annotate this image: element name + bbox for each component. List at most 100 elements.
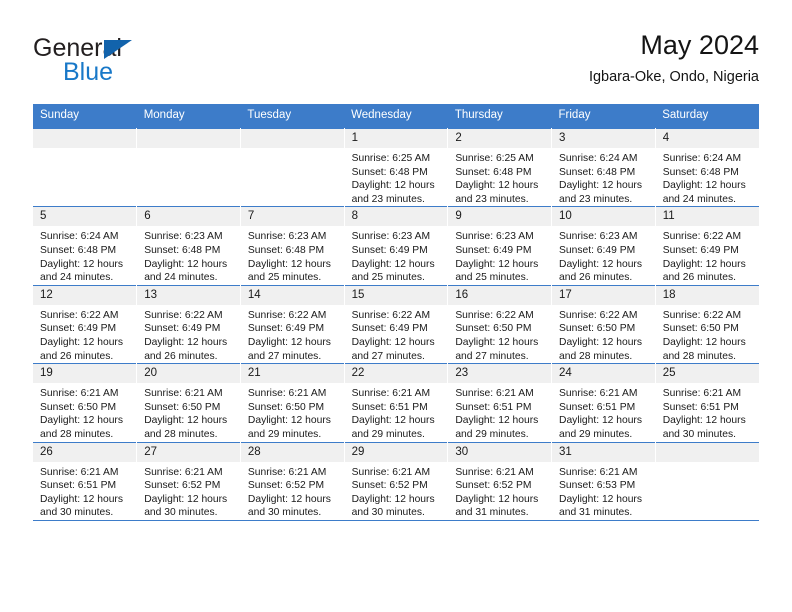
daylight-text-line1: Daylight: 12 hours [351,493,435,505]
calendar-day-cell[interactable]: 8 Sunrise: 6:23 AM Sunset: 6:49 PM Daylight… [344,206,449,286]
calendar-day-cell[interactable]: 10 Sunrise: 6:23 AM Sunset: 6:49 PM Dayligh… [551,206,656,286]
calendar-day-cell[interactable]: 5 Sunrise: 6:24 AM Sunset: 6:48 PM Daylight… [33,206,138,286]
sunrise-text: Sunrise: 6:25 AM [351,153,431,164]
sunset-text: Sunset: 6:51 PM [40,480,117,492]
weekday-header-thursday: Thursday [447,104,552,129]
sunrise-text: Sunrise: 6:21 AM [247,466,327,478]
day-number: 3 [552,129,655,148]
calendar-day-cell[interactable]: 4 Sunrise: 6:24 AM Sunset: 6:48 PM Daylight… [655,127,759,207]
calendar-day-cell[interactable]: 21 Sunrise: 6:21 AM Sunset: 6:50 PM Dayligh… [240,363,345,442]
daylight-text-line2: and 26 minutes. [559,272,633,284]
day-number: 24 [552,364,655,384]
day-number: 6 [137,207,240,227]
day-details: Sunrise: 6:21 AM Sunset: 6:52 PM Daylight:… [241,462,344,520]
calendar-day-cell[interactable]: 11 Sunrise: 6:22 AM Sunset: 6:49 PM Dayligh… [655,206,759,286]
day-number [655,442,759,462]
day-details: Sunrise: 6:22 AM Sunset: 6:49 PM Daylight:… [241,305,344,363]
calendar-day-cell[interactable]: 7 Sunrise: 6:23 AM Sunset: 6:48 PM Daylight… [240,206,345,286]
day-number: 18 [655,285,759,305]
daylight-text-line1: Daylight: 12 hours [40,336,123,348]
calendar-day-cell[interactable]: 15 Sunrise: 6:22 AM Sunset: 6:49 PM Dayligh… [344,284,449,364]
sunset-text: Sunset: 6:51 PM [559,401,636,413]
sunset-text: Sunset: 6:50 PM [247,401,325,413]
daylight-text-line2: and 28 minutes. [559,350,633,362]
sunset-text: Sunset: 6:49 PM [455,244,532,256]
logo-triangle-icon [104,40,132,59]
logo-text-blue: Blue [63,58,114,86]
sunset-text: Sunset: 6:50 PM [144,401,221,413]
calendar-page: General Blue May 2024 Igbara-Oke, Ondo, … [0,0,792,612]
daylight-text-line1: Daylight: 12 hours [144,415,228,427]
daylight-text-line1: Daylight: 12 hours [559,415,643,427]
day-number [240,129,344,148]
calendar-day-cell[interactable]: 27 Sunrise: 6:21 AM Sunset: 6:52 PM Dayligh… [136,441,241,521]
calendar-day-cell[interactable]: 20 Sunrise: 6:21 AM Sunset: 6:50 PM Dayligh… [136,363,241,442]
calendar-day-cell[interactable]: 1 Sunrise: 6:25 AM Sunset: 6:48 PM Daylight… [344,127,449,207]
sunrise-text: Sunrise: 6:22 AM [351,309,431,321]
daylight-text-line2: and 25 minutes. [455,272,529,284]
calendar-day-cell[interactable]: 28 Sunrise: 6:21 AM Sunset: 6:52 PM Dayligh… [240,441,345,521]
calendar-day-cell[interactable]: 26 Sunrise: 6:21 AM Sunset: 6:51 PM Dayligh… [33,441,138,521]
day-details: Sunrise: 6:21 AM Sunset: 6:51 PM Daylight:… [33,462,136,520]
day-details: Sunrise: 6:22 AM Sunset: 6:49 PM Daylight:… [137,305,240,363]
sunrise-text: Sunrise: 6:22 AM [455,309,534,321]
daylight-text-line1: Daylight: 12 hours [455,258,539,270]
sunset-text: Sunset: 6:48 PM [455,166,532,178]
day-details: Sunrise: 6:21 AM Sunset: 6:50 PM Daylight:… [241,383,344,441]
calendar-day-cell[interactable]: 13 Sunrise: 6:22 AM Sunset: 6:49 PM Dayligh… [136,284,241,364]
calendar-day-cell[interactable]: 6 Sunrise: 6:23 AM Sunset: 6:48 PM Daylight… [136,206,241,286]
daylight-text-line1: Daylight: 12 hours [144,336,228,348]
daylight-text-line1: Daylight: 12 hours [351,180,435,192]
day-details: Sunrise: 6:23 AM Sunset: 6:49 PM Daylight:… [345,226,448,284]
day-number: 7 [240,207,344,227]
sunrise-text: Sunrise: 6:21 AM [559,466,638,478]
sunset-text: Sunset: 6:51 PM [662,401,739,413]
calendar-day-cell[interactable]: 19 Sunrise: 6:21 AM Sunset: 6:50 PM Dayligh… [33,363,138,442]
sunrise-text: Sunrise: 6:23 AM [351,231,431,243]
daylight-text-line2: and 23 minutes. [351,193,425,205]
page-header: General Blue May 2024 Igbara-Oke, Ondo, … [33,28,759,96]
daylight-text-line1: Daylight: 12 hours [144,258,228,270]
sunrise-text: Sunrise: 6:22 AM [662,231,742,243]
sunset-text: Sunset: 6:50 PM [662,323,739,335]
calendar-day-cell[interactable]: 31 Sunrise: 6:21 AM Sunset: 6:53 PM Dayligh… [551,441,656,521]
calendar-day-cell[interactable]: 12 Sunrise: 6:22 AM Sunset: 6:49 PM Dayligh… [33,284,138,364]
calendar-day-cell[interactable]: 2 Sunrise: 6:25 AM Sunset: 6:48 PM Daylight… [447,127,553,207]
day-number: 31 [552,442,655,462]
calendar-day-cell[interactable]: 16 Sunrise: 6:22 AM Sunset: 6:50 PM Dayligh… [447,284,553,364]
daylight-text-line2: and 27 minutes. [247,350,322,362]
calendar-day-cell[interactable]: 30 Sunrise: 6:21 AM Sunset: 6:52 PM Dayligh… [447,441,553,521]
sunrise-text: Sunrise: 6:22 AM [40,309,119,321]
day-number [33,129,137,148]
day-number: 25 [655,364,759,384]
daylight-text-line1: Daylight: 12 hours [144,493,228,505]
day-number: 11 [655,207,759,227]
daylight-text-line1: Daylight: 12 hours [662,415,746,427]
daylight-text-line2: and 24 minutes. [662,193,736,205]
calendar-day-cell[interactable]: 14 Sunrise: 6:22 AM Sunset: 6:49 PM Dayligh… [240,284,345,364]
daylight-text-line2: and 27 minutes. [455,350,529,362]
daylight-text-line2: and 30 minutes. [247,507,322,519]
day-number: 5 [33,207,137,227]
day-number: 29 [344,442,448,462]
page-subtitle: Igbara-Oke, Ondo, Nigeria [588,69,759,85]
calendar-week-row: 12 Sunrise: 6:22 AM Sunset: 6:49 PM Dayligh… [33,284,759,364]
calendar-day-cell[interactable]: 3 Sunrise: 6:24 AM Sunset: 6:48 PM Daylight… [551,127,656,207]
daylight-text-line2: and 31 minutes. [559,507,633,519]
sunset-text: Sunset: 6:52 PM [247,480,325,492]
calendar-day-cell[interactable]: 25 Sunrise: 6:21 AM Sunset: 6:51 PM Dayligh… [655,363,759,442]
day-number: 22 [344,364,448,384]
day-details: Sunrise: 6:24 AM Sunset: 6:48 PM Daylight:… [656,148,759,206]
sunrise-text: Sunrise: 6:22 AM [247,309,327,321]
calendar-day-cell[interactable]: 24 Sunrise: 6:21 AM Sunset: 6:51 PM Dayligh… [551,363,656,442]
calendar-day-cell[interactable]: 17 Sunrise: 6:22 AM Sunset: 6:50 PM Dayligh… [551,284,656,364]
day-details: Sunrise: 6:25 AM Sunset: 6:48 PM Daylight:… [448,148,551,206]
calendar-day-cell[interactable]: 29 Sunrise: 6:21 AM Sunset: 6:52 PM Dayligh… [344,441,449,521]
calendar-day-cell[interactable]: 9 Sunrise: 6:23 AM Sunset: 6:49 PM Daylight… [447,206,553,286]
calendar-day-cell[interactable]: 23 Sunrise: 6:21 AM Sunset: 6:51 PM Dayligh… [447,363,553,442]
day-number: 9 [448,207,552,227]
calendar-day-cell[interactable]: 18 Sunrise: 6:22 AM Sunset: 6:50 PM Dayligh… [655,284,759,364]
weekday-header-sunday: Sunday [33,104,137,129]
calendar-day-cell[interactable]: 22 Sunrise: 6:21 AM Sunset: 6:51 PM Dayligh… [344,363,449,442]
day-details: Sunrise: 6:22 AM Sunset: 6:49 PM Daylight:… [345,305,448,363]
